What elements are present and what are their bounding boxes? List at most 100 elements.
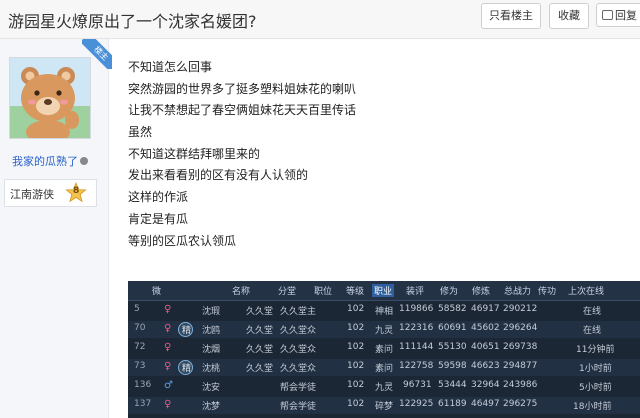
member-row: 72 ♀ 沈烟 久久堂 久久堂众 102 素问 111144 55130 406… [128, 340, 640, 357]
reply-label: 回复 [615, 9, 637, 22]
op-badge-label: 楼主 [82, 39, 112, 69]
member-branch: 久久堂 [246, 307, 274, 317]
author-panel: 楼主 我家的瓜熟了 江南游侠 8 [0, 39, 112, 418]
member-cultivation: 55130 [438, 342, 467, 352]
member-job: 九灵 [375, 326, 394, 336]
member-gear: 119866 [399, 304, 434, 314]
member-level: 102 [347, 399, 365, 409]
member-name: 沈梦 [202, 402, 221, 412]
member-row: 137 ♀ 沈梦 帮会学徒 102 碎梦 122925 61189 46497 … [128, 397, 640, 414]
reply-button[interactable]: 回复 [596, 3, 640, 27]
member-last-online: 在线 [583, 307, 602, 317]
header-cell: 名称 [232, 287, 251, 297]
member-row: 73 ♀ 精 沈桃 久久堂 久久堂众 102 素问 122758 59598 4… [128, 359, 640, 376]
member-row: 5 ♀ 沈瑕 久久堂 久久堂主 102 神相 119866 58582 4691… [128, 302, 640, 319]
bear-avatar-image [10, 58, 90, 138]
post-line: 不知道这群结拜哪里来的 [128, 146, 261, 161]
avatar[interactable] [9, 57, 91, 139]
member-gear: 96731 [403, 380, 432, 390]
member-gear: 122758 [399, 361, 434, 371]
post-line: 虽然 [128, 125, 153, 140]
row-index: 136 [134, 380, 152, 390]
member-last-online: 18小时前 [573, 402, 612, 412]
member-training: 40651 [471, 342, 500, 352]
only-op-button[interactable]: 只看楼主 [481, 3, 541, 29]
member-level: 102 [347, 361, 365, 371]
header-cell: 修炼 [472, 287, 491, 297]
member-position: 久久堂众 [280, 364, 317, 374]
post-line: 等别的区瓜农认领瓜 [128, 233, 237, 248]
member-job: 素问 [375, 364, 394, 374]
member-job: 九灵 [375, 383, 394, 393]
header-cell: 职位 [314, 287, 333, 297]
header-cell: 等级 [346, 287, 365, 297]
member-last-online: 1小时前 [579, 364, 612, 374]
member-power: 243986 [503, 380, 538, 390]
member-position: 久久堂众 [280, 326, 317, 336]
header-cell: 总战力 [504, 287, 532, 297]
member-position: 久久堂众 [280, 345, 317, 355]
member-gear: 122316 [399, 323, 434, 333]
member-job: 素问 [375, 345, 394, 355]
thread-header: 游园星火燎原出了一个沈家名媛团? 只看楼主 收藏 回复 [0, 0, 640, 39]
author-name: 我家的瓜熟了 [12, 155, 78, 168]
header-cell-sorted: 职业 [372, 284, 395, 297]
member-training: 46497 [471, 399, 500, 409]
member-position: 帮会学徒 [280, 383, 317, 393]
member-position: 久久堂主 [280, 307, 317, 317]
member-job: 碎梦 [375, 402, 394, 412]
op-badge: 楼主 [82, 39, 112, 69]
member-power: 294877 [503, 361, 538, 371]
member-last-online: 5小时前 [579, 383, 612, 393]
online-status-icon [80, 157, 88, 165]
thread-title: 游园星火燎原出了一个沈家名媛团? [8, 12, 257, 31]
member-last-online: 在线 [583, 326, 602, 336]
member-last-online: 11分钟前 [576, 345, 615, 355]
female-icon: ♀ [164, 399, 172, 410]
member-power: 296264 [503, 323, 538, 333]
header-cell: 上次在线 [568, 287, 605, 297]
female-icon: ♀ [164, 304, 172, 315]
member-row: 136 ♂ 沈安 帮会学徒 102 九灵 96731 53444 32964 2… [128, 378, 640, 395]
reply-icon [602, 10, 613, 20]
post-line: 发出来看看别的区有没有人认领的 [128, 168, 309, 183]
favorite-button[interactable]: 收藏 [549, 3, 589, 29]
member-level: 102 [347, 304, 365, 314]
female-icon: ♀ [164, 361, 172, 372]
post-line: 让我不禁想起了春空俩姐妹花天天百里传话 [128, 103, 357, 118]
member-gear: 111144 [399, 342, 434, 352]
row-index: 73 [134, 361, 146, 371]
member-name: 沈桃 [202, 364, 221, 374]
level-box: 江南游侠 8 [4, 179, 97, 207]
member-cultivation: 59598 [438, 361, 467, 371]
member-training: 45602 [471, 323, 500, 333]
row-index: 137 [134, 399, 152, 409]
member-cultivation: 60691 [438, 323, 467, 333]
member-position: 帮会学徒 [280, 402, 317, 412]
member-power: 269738 [503, 342, 538, 352]
member-branch: 久久堂 [246, 364, 274, 374]
author-name-link[interactable]: 我家的瓜熟了 [12, 153, 88, 169]
member-level: 102 [347, 380, 365, 390]
member-branch: 久久堂 [246, 345, 274, 355]
guild-member-screenshot[interactable]: 微 名称 分堂 职位 等级 职业 装评 修为 修炼 总战力 传功 上次在线 5 … [128, 281, 640, 418]
member-level: 102 [347, 323, 365, 333]
member-name: 沈安 [202, 383, 221, 393]
member-name: 沈鸥 [202, 326, 221, 336]
post-line: 不知道怎么回事 [128, 60, 213, 74]
row-index: 72 [134, 342, 146, 352]
member-branch: 久久堂 [246, 326, 274, 336]
member-power: 296275 [503, 399, 538, 409]
row-index: 5 [134, 304, 140, 314]
header-cell: 传功 [538, 287, 557, 297]
female-icon: ♀ [164, 342, 172, 353]
member-name: 沈烟 [202, 345, 221, 355]
post-line: 这样的作派 [128, 190, 189, 205]
member-table-header: 微 名称 分堂 职位 等级 职业 装评 修为 修炼 总战力 传功 上次在线 [128, 281, 640, 301]
member-row: 70 ♀ 精 沈鸥 久久堂 久久堂众 102 九灵 122316 60691 4… [128, 321, 640, 338]
spirit-badge-label: 精 [182, 326, 192, 336]
header-cell: 微 [152, 287, 162, 297]
row-index: 70 [134, 323, 146, 333]
post-line: 肯定是有瓜 [128, 211, 189, 226]
level-number: 8 [73, 186, 80, 196]
